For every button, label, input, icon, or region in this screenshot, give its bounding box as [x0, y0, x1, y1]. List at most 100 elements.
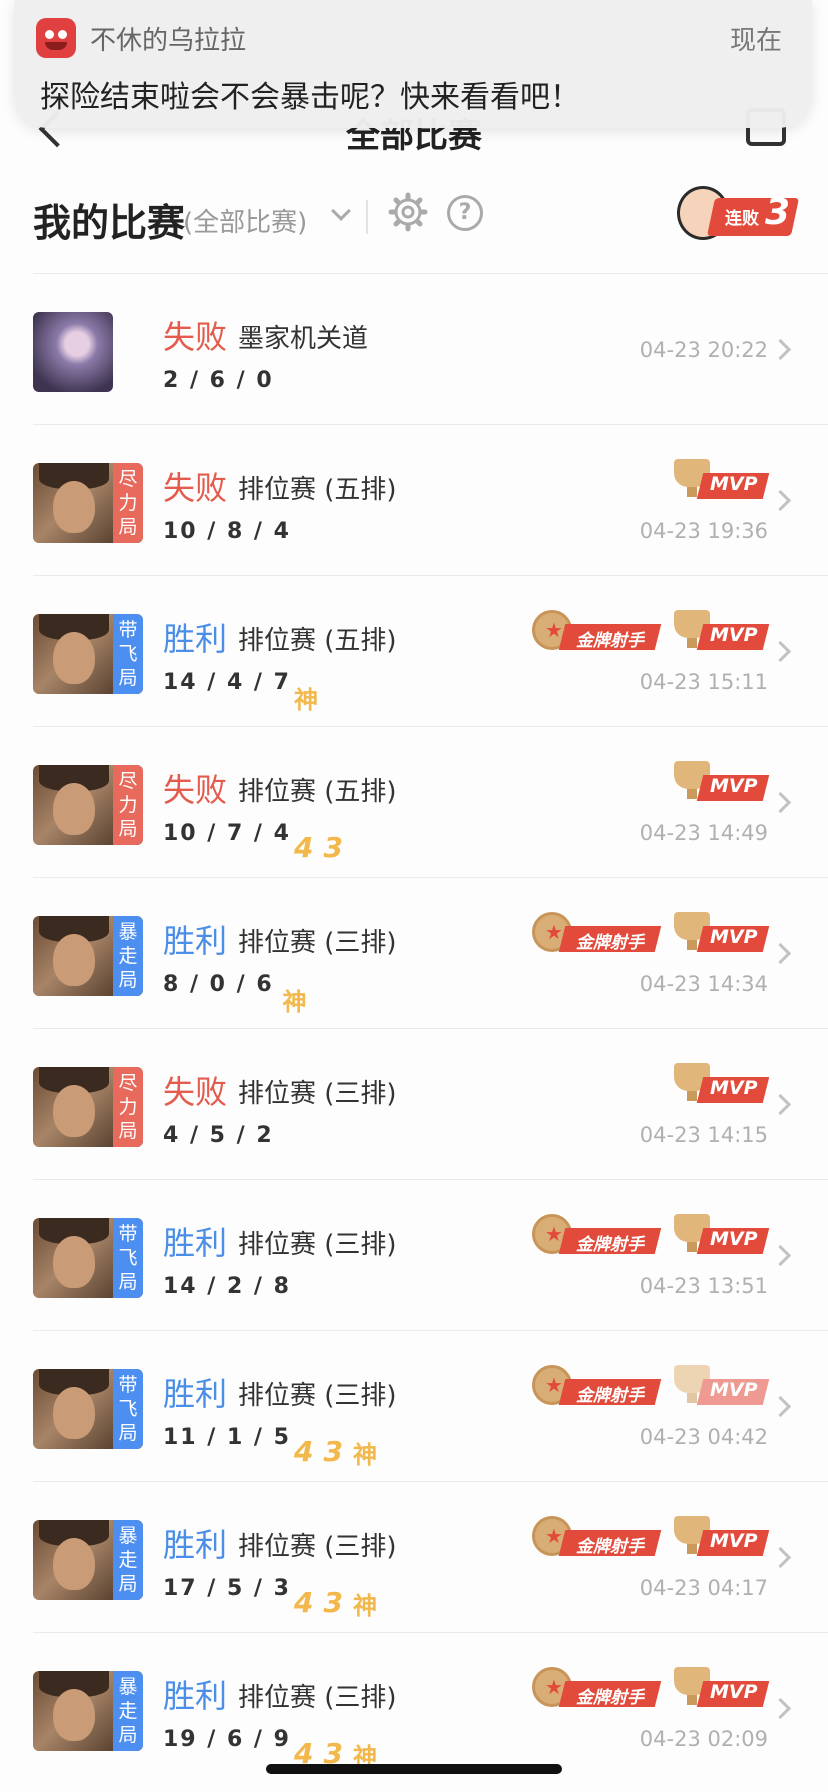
- streak-count: 3: [765, 192, 791, 233]
- match-row[interactable]: 失败 墨家机关道 2 / 6 / 0 04-23 20:22: [33, 273, 828, 424]
- kda-score: 10 / 7 / 4: [163, 821, 291, 846]
- kda-score: 8 / 0 / 6: [163, 972, 274, 997]
- match-result: 胜利: [163, 1677, 228, 1715]
- match-row[interactable]: 带飞局胜利 排位赛 (三排) 11 / 1 / 5 4 3 神 ★ 金牌射手 MVP 04-23 …: [33, 1330, 828, 1481]
- kda-score: 19 / 6 / 9: [163, 1727, 291, 1752]
- hero-avatar: 带飞局: [33, 614, 143, 694]
- chevron-right-icon[interactable]: [769, 1244, 792, 1267]
- hero-avatar: 尽力局: [33, 463, 143, 543]
- trophy-stem: [687, 1544, 697, 1554]
- match-time: 04-23 02:09: [639, 1727, 768, 1751]
- star-icon: ★: [545, 1675, 563, 1699]
- chevron-right-icon[interactable]: [769, 942, 792, 965]
- chevron-right-icon[interactable]: [769, 489, 792, 512]
- gold-shooter-badge: ★ 金牌射手: [532, 1667, 662, 1709]
- match-time: 04-23 14:49: [639, 821, 768, 845]
- chevron-down-icon[interactable]: [331, 201, 351, 221]
- losing-streak-badge[interactable]: 连败 3: [677, 186, 800, 244]
- match-row[interactable]: 尽力局失败 排位赛 (三排) 4 / 5 / 2 MVP 04-23 14:15: [33, 1028, 828, 1179]
- page-title: 我的比赛: [33, 201, 186, 245]
- star-icon: ★: [545, 618, 563, 642]
- chevron-right-icon[interactable]: [769, 1395, 792, 1418]
- match-time: 04-23 04:42: [639, 1425, 768, 1449]
- hero-avatar: 带飞局: [33, 1218, 143, 1298]
- match-time: 04-23 04:17: [639, 1576, 768, 1600]
- match-time: 04-23 20:22: [639, 338, 768, 362]
- match-mode: 排位赛 (三排): [238, 1079, 397, 1109]
- match-mode: 排位赛 (三排): [238, 1683, 397, 1713]
- match-row[interactable]: 带飞局胜利 排位赛 (五排) 14 / 4 / 7 神 ★ 金牌射手 MVP 04-23 15…: [33, 575, 828, 726]
- match-time: 04-23 14:34: [639, 972, 768, 996]
- gold-shooter-label: 金牌射手: [576, 1537, 644, 1557]
- hero-avatar: 尽力局: [33, 1067, 143, 1147]
- multikill-badge: 4: [294, 1435, 314, 1468]
- hero-face: [53, 1387, 95, 1439]
- hero-avatar: 带飞局: [33, 1369, 143, 1449]
- mvp-label: MVP: [710, 1681, 758, 1703]
- hero-avatar: 暴走局: [33, 1671, 143, 1751]
- notification-banner[interactable]: 不休的乌拉拉 现在 探险结束啦会不会暴击呢？快来看看吧！: [14, 0, 812, 128]
- gold-shooter-badge: ★ 金牌射手: [532, 1365, 662, 1407]
- match-result: 失败: [163, 771, 228, 809]
- mvp-badge: MVP: [674, 1516, 770, 1558]
- multikill-badge: 3: [323, 1435, 343, 1468]
- filter-dropdown[interactable]: (全部比赛): [183, 202, 307, 239]
- home-indicator[interactable]: [266, 1764, 562, 1774]
- chevron-right-icon[interactable]: [769, 791, 792, 814]
- hero-face: [53, 1085, 95, 1137]
- kda-score: 10 / 8 / 4: [163, 519, 291, 544]
- chevron-right-icon[interactable]: [769, 1546, 792, 1569]
- match-time: 04-23 15:11: [639, 670, 768, 694]
- mvp-badge: MVP: [674, 1063, 770, 1105]
- mvp-badge: MVP: [674, 912, 770, 954]
- divider: [366, 200, 368, 234]
- mvp-label: MVP: [710, 1379, 758, 1401]
- match-row[interactable]: 带飞局胜利 排位赛 (三排) 14 / 2 / 8 ★ 金牌射手 MVP 04-23 13:…: [33, 1179, 828, 1330]
- match-row[interactable]: 尽力局失败 排位赛 (五排) 10 / 8 / 4 MVP 04-23 19:36: [33, 424, 828, 575]
- notification-message: 探险结束啦会不会暴击呢？快来看看吧！: [40, 80, 580, 115]
- match-row[interactable]: 暴走局胜利 排位赛 (三排) 8 / 0 / 6 神 ★ 金牌射手 MVP 04-23 14:…: [33, 877, 828, 1028]
- mvp-label: MVP: [710, 775, 758, 797]
- match-mode: 排位赛 (三排): [238, 1381, 397, 1411]
- kda-score: 4 / 5 / 2: [163, 1123, 274, 1148]
- performance-tag: 尽力局: [113, 463, 143, 543]
- match-row[interactable]: 尽力局失败 排位赛 (五排) 10 / 7 / 4 4 3 MVP 04-23 14:49: [33, 726, 828, 877]
- match-mode: 排位赛 (五排): [238, 475, 397, 505]
- hero-face: [53, 481, 95, 533]
- match-result: 胜利: [163, 620, 228, 658]
- match-result: 胜利: [163, 1224, 228, 1262]
- gold-shooter-label: 金牌射手: [576, 1235, 644, 1255]
- performance-tag: 尽力局: [113, 1067, 143, 1147]
- page-header: 我的比赛 (全部比赛) ? 连败 3: [0, 170, 828, 270]
- kill-badges: 神: [283, 982, 307, 1017]
- gold-shooter-badge: ★ 金牌射手: [532, 1214, 662, 1256]
- app-icon: [36, 18, 76, 58]
- gear-icon[interactable]: [388, 192, 428, 232]
- hero-avatar: 尽力局: [33, 765, 143, 845]
- chevron-right-icon[interactable]: [769, 338, 792, 361]
- multikill-badge: 3: [323, 831, 343, 864]
- chevron-right-icon[interactable]: [769, 1093, 792, 1116]
- performance-tag: 暴走局: [113, 1520, 143, 1600]
- performance-tag: 带飞局: [113, 614, 143, 694]
- mvp-label: MVP: [710, 624, 758, 646]
- match-row[interactable]: 暴走局胜利 排位赛 (三排) 17 / 5 / 3 4 3 神 ★ 金牌射手 MVP 04-23 …: [33, 1481, 828, 1632]
- mvp-badge: MVP: [674, 1365, 770, 1407]
- multikill-badge: 3: [323, 1586, 343, 1619]
- trophy-stem: [687, 789, 697, 799]
- mvp-label: MVP: [710, 926, 758, 948]
- match-result: 胜利: [163, 922, 228, 960]
- kda-score: 14 / 2 / 8: [163, 1274, 291, 1299]
- hero-face: [53, 1689, 95, 1741]
- mvp-badge: MVP: [674, 1214, 770, 1256]
- mvp-label: MVP: [710, 1228, 758, 1250]
- help-icon[interactable]: ?: [447, 195, 483, 231]
- chevron-right-icon[interactable]: [769, 1697, 792, 1720]
- match-row[interactable]: 暴走局胜利 排位赛 (三排) 19 / 6 / 9 4 3 神 ★ 金牌射手 MVP 04-23 …: [33, 1632, 828, 1783]
- mvp-label: MVP: [710, 1077, 758, 1099]
- godlike-badge: 神: [294, 686, 318, 714]
- chevron-right-icon[interactable]: [769, 640, 792, 663]
- match-result: 失败: [163, 1073, 228, 1111]
- match-result: 胜利: [163, 1526, 228, 1564]
- mvp-badge: MVP: [674, 610, 770, 652]
